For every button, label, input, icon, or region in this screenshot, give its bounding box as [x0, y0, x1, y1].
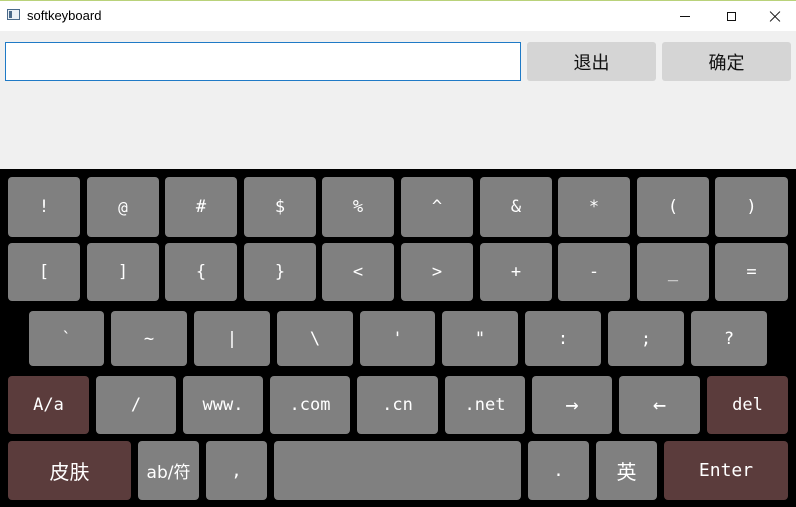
key-dollar[interactable]: $: [244, 177, 316, 237]
key-question[interactable]: ?: [691, 311, 767, 366]
key-minus[interactable]: -: [558, 243, 630, 301]
key-left-arrow[interactable]: ←: [619, 376, 700, 434]
key-enter[interactable]: Enter: [664, 441, 788, 500]
key-mode-toggle[interactable]: ab/符: [138, 441, 199, 500]
key-ampersand[interactable]: &: [480, 177, 552, 237]
key-period[interactable]: .: [528, 441, 589, 500]
app-window-icon: [7, 9, 20, 20]
key-percent[interactable]: %: [322, 177, 394, 237]
key-less-than[interactable]: <: [322, 243, 394, 301]
window-title: softkeyboard: [27, 8, 102, 23]
title-bar: softkeyboard: [0, 0, 796, 31]
maximize-icon: [726, 11, 736, 21]
key-dot-com[interactable]: .com: [270, 376, 350, 434]
soft-keyboard: ! @ # $ % ^ & * ( ) [ ] { } < > + - _ = …: [0, 169, 796, 507]
key-right-paren[interactable]: ): [715, 177, 788, 237]
key-www[interactable]: www.: [183, 376, 263, 434]
key-apostrophe[interactable]: ': [360, 311, 435, 366]
key-backslash[interactable]: \: [277, 311, 353, 366]
key-quote[interactable]: ": [442, 311, 518, 366]
key-underscore[interactable]: _: [637, 243, 709, 301]
key-asterisk[interactable]: *: [558, 177, 630, 237]
minimize-icon: [680, 15, 690, 17]
key-plus[interactable]: +: [480, 243, 552, 301]
key-hash[interactable]: #: [165, 177, 237, 237]
key-equals[interactable]: =: [715, 243, 788, 301]
minimize-button[interactable]: [662, 1, 708, 31]
key-left-brace[interactable]: {: [165, 243, 237, 301]
key-exclamation[interactable]: !: [8, 177, 80, 237]
key-tilde[interactable]: ~: [111, 311, 187, 366]
key-delete[interactable]: del: [707, 376, 788, 434]
key-case-toggle[interactable]: A/a: [8, 376, 89, 434]
key-backtick[interactable]: `: [29, 311, 104, 366]
key-caret[interactable]: ^: [401, 177, 473, 237]
key-right-brace[interactable]: }: [244, 243, 316, 301]
key-at[interactable]: @: [87, 177, 159, 237]
key-greater-than[interactable]: >: [401, 243, 473, 301]
key-left-paren[interactable]: (: [637, 177, 709, 237]
exit-button[interactable]: 退出: [527, 42, 656, 81]
key-right-bracket[interactable]: ]: [87, 243, 159, 301]
key-right-arrow[interactable]: →: [532, 376, 612, 434]
close-button[interactable]: [752, 1, 796, 31]
key-comma[interactable]: ,: [206, 441, 267, 500]
text-input[interactable]: [5, 42, 521, 81]
key-space[interactable]: [274, 441, 521, 500]
close-icon: [769, 10, 781, 22]
key-dot-net[interactable]: .net: [445, 376, 525, 434]
key-english[interactable]: 英: [596, 441, 657, 500]
key-colon[interactable]: :: [525, 311, 601, 366]
key-semicolon[interactable]: ;: [608, 311, 684, 366]
confirm-button[interactable]: 确定: [662, 42, 791, 81]
key-dot-cn[interactable]: .cn: [357, 376, 438, 434]
maximize-button[interactable]: [708, 1, 754, 31]
key-pipe[interactable]: |: [194, 311, 270, 366]
key-skin[interactable]: 皮肤: [8, 441, 131, 500]
key-left-bracket[interactable]: [: [8, 243, 80, 301]
key-slash[interactable]: /: [96, 376, 176, 434]
